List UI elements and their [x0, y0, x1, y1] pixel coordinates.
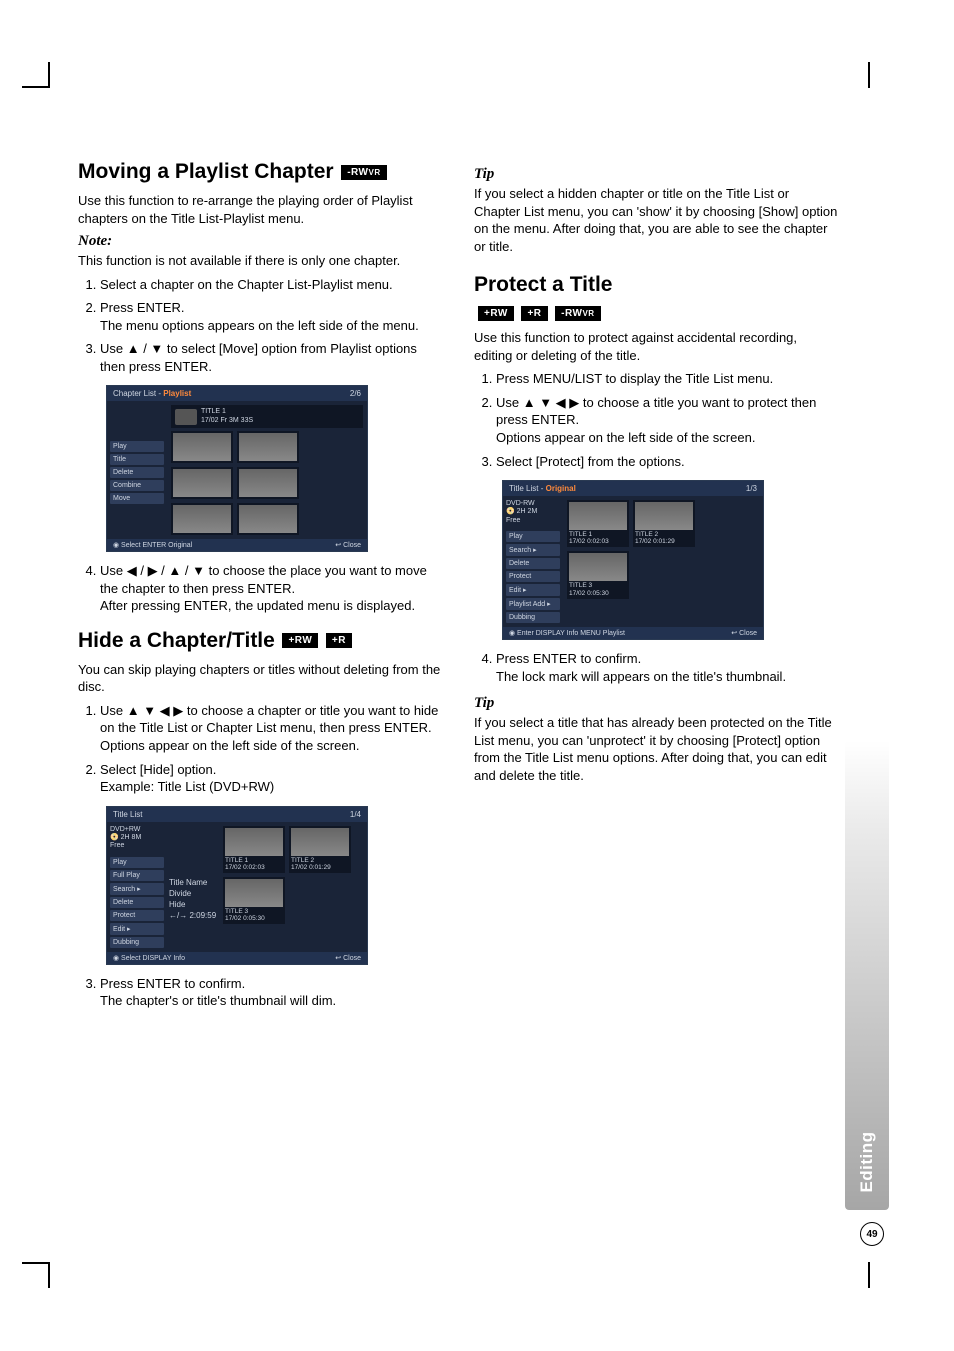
badge-plus-rw: +RW	[478, 306, 514, 321]
step: Press ENTER to confirm. The lock mark wi…	[496, 650, 838, 685]
screenshot-title-list-hide: Title List 1/4 DVD+RW 📀 2H 8M Free Play …	[106, 806, 368, 965]
steps-protect-cont: Press ENTER to confirm. The lock mark wi…	[474, 650, 838, 685]
badge-plus-r: +R	[521, 306, 547, 321]
steps-moving-cont: Use ◀ / ▶ / ▲ / ▼ to choose the place yo…	[78, 562, 442, 615]
step: Select [Hide] option. Example: Title Lis…	[100, 761, 442, 796]
page-number: 49	[860, 1222, 884, 1246]
steps-moving: Select a chapter on the Chapter List-Pla…	[78, 276, 442, 376]
step: Select a chapter on the Chapter List-Pla…	[100, 276, 442, 294]
step: Press ENTER. The menu options appears on…	[100, 299, 442, 334]
step: Use ◀ / ▶ / ▲ / ▼ to choose the place yo…	[100, 562, 442, 615]
crop-mark	[48, 1262, 50, 1288]
steps-hide: Use ▲ ▼ ◀ ▶ to choose a chapter or title…	[78, 702, 442, 796]
heading-protect-title: Protect a Title	[474, 273, 613, 296]
intro-text: You can skip playing chapters or titles …	[78, 661, 442, 696]
section-tab: Editing	[845, 740, 889, 1210]
step: Select [Protect] from the options.	[496, 453, 838, 471]
step: Press MENU/LIST to display the Title Lis…	[496, 370, 838, 388]
heading-hide-chapter: Hide a Chapter/Title	[78, 629, 275, 652]
section-tab-label: Editing	[857, 1131, 877, 1192]
crop-mark	[868, 62, 870, 88]
crop-mark	[22, 1262, 48, 1264]
heading-moving-playlist: Moving a Playlist Chapter	[78, 160, 334, 183]
crop-mark	[868, 1262, 870, 1288]
steps-hide-cont: Press ENTER to confirm. The chapter's or…	[78, 975, 442, 1010]
tip-body: If you select a hidden chapter or title …	[474, 185, 838, 255]
badge-rwvr: -RWVR	[341, 165, 386, 180]
badge-plus-rw: +RW	[282, 633, 318, 648]
step: Use ▲ / ▼ to select [Move] option from P…	[100, 340, 442, 375]
right-column: Tip If you select a hidden chapter or ti…	[474, 160, 838, 1020]
left-column: Moving a Playlist Chapter -RWVR Use this…	[78, 160, 442, 1020]
tip-body: If you select a title that has already b…	[474, 714, 838, 784]
step: Press ENTER to confirm. The chapter's or…	[100, 975, 442, 1010]
intro-text: Use this function to protect against acc…	[474, 329, 838, 364]
tip-label: Tip	[474, 166, 838, 183]
page-content: Moving a Playlist Chapter -RWVR Use this…	[78, 160, 838, 1020]
badge-plus-r: +R	[326, 633, 352, 648]
note-label: Note:	[78, 233, 442, 250]
steps-protect: Press MENU/LIST to display the Title Lis…	[474, 370, 838, 470]
screenshot-chapter-list-playlist: Chapter List - Playlist 2/6 Play Title D…	[106, 385, 368, 552]
note-body: This function is not available if there …	[78, 252, 442, 270]
crop-mark	[48, 62, 50, 88]
tip-label: Tip	[474, 695, 838, 712]
step: Use ▲ ▼ ◀ ▶ to choose a chapter or title…	[100, 702, 442, 755]
badge-rwvr: -RWVR	[555, 306, 600, 321]
screenshot-title-list-protect: Title List - Original 1/3 DVD-RW 📀 2H 2M…	[502, 480, 764, 640]
crop-mark	[22, 86, 48, 88]
intro-text: Use this function to re-arrange the play…	[78, 192, 442, 227]
step: Use ▲ ▼ ◀ ▶ to choose a title you want t…	[496, 394, 838, 447]
